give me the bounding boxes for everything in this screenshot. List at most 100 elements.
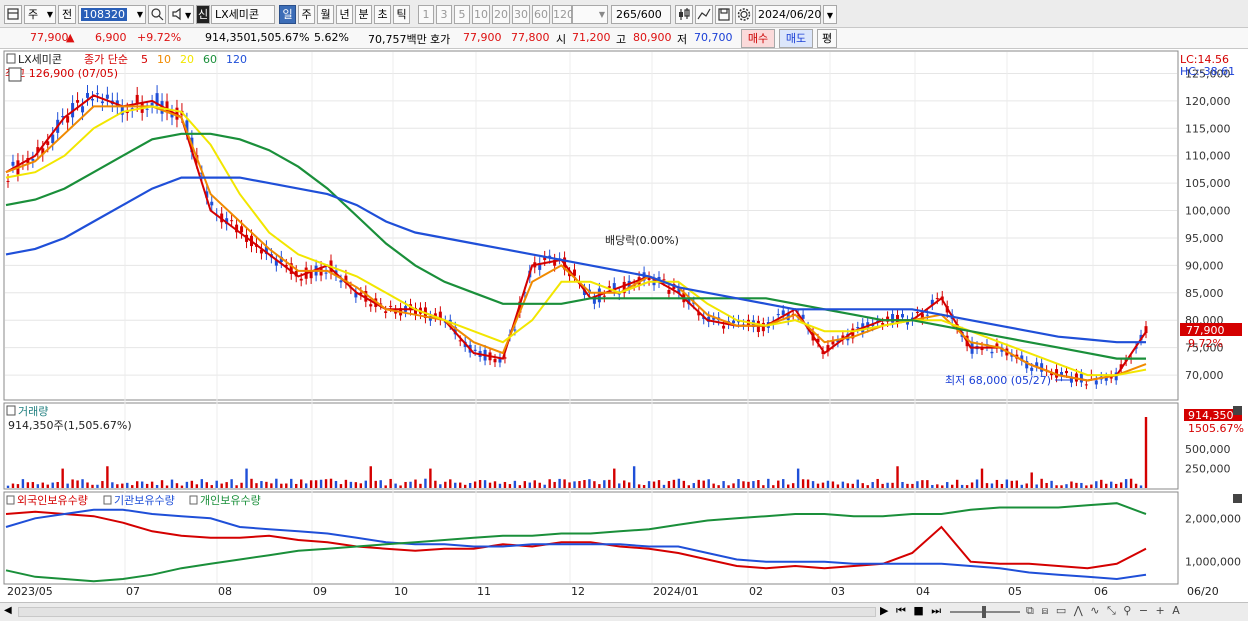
volume-bar [463, 484, 467, 488]
period-button-4[interactable]: 분 [355, 5, 372, 24]
candle-body [230, 220, 234, 222]
volume-bar [21, 479, 25, 488]
gear-icon[interactable] [735, 5, 753, 24]
interval-button-60[interactable]: 60 [532, 5, 550, 24]
draw-tool-icon[interactable] [695, 5, 713, 24]
zoom-slider-handle[interactable] [982, 606, 986, 618]
interval-button-3[interactable]: 3 [436, 5, 452, 24]
period-button-1[interactable]: 주 [298, 5, 315, 24]
calendar-dropdown[interactable]: ▼ [823, 5, 837, 24]
buy-button[interactable]: 매수 [741, 29, 775, 48]
count-max: /600 [637, 8, 662, 21]
candle-body [900, 313, 904, 318]
ask-price: 77,900 [463, 31, 502, 44]
volume-bar [369, 466, 372, 488]
volume-bar [344, 479, 348, 488]
speaker-icon[interactable]: ▼ [168, 5, 194, 24]
interval-button-20[interactable]: 20 [492, 5, 510, 24]
tool-icons[interactable]: ⧉ ⧈ ▭ ⋀ ∿ ⤡ ⚲ − + A [1026, 604, 1236, 618]
calendar-icon[interactable] [8, 67, 22, 82]
volume-bar [632, 466, 636, 488]
volume-bar [647, 481, 651, 488]
price-tick-label: 90,000 [1185, 259, 1224, 272]
volume-bar [672, 479, 676, 488]
volume-bar [51, 482, 54, 488]
code-input[interactable]: 108320 ▼ [78, 5, 146, 24]
volume-bar [702, 480, 705, 488]
volume-bar [831, 481, 835, 488]
volume-bar [31, 482, 35, 488]
market-select[interactable]: 주 ▼ [24, 5, 56, 24]
sell-button[interactable]: 매도 [779, 29, 813, 48]
volume-toggle-icon[interactable] [6, 405, 16, 416]
period-button-5[interactable]: 초 [374, 5, 391, 24]
volume-bar [876, 478, 879, 488]
volume-bar [444, 481, 447, 488]
save-icon[interactable] [715, 5, 733, 24]
volume-bar [449, 479, 452, 488]
volume-bar [717, 485, 720, 488]
price-tick-label: 120,000 [1185, 95, 1231, 108]
x-tick-label: 2024/01 [653, 585, 699, 598]
holding-legend-box[interactable] [6, 495, 15, 505]
search-icon[interactable] [148, 5, 166, 24]
interval-button-10[interactable]: 10 [472, 5, 490, 24]
holding-legend-box[interactable] [189, 495, 198, 505]
volume-bar [613, 468, 616, 488]
scroll-track[interactable] [18, 607, 876, 617]
period-button-6[interactable]: 틱 [393, 5, 410, 24]
candle-body [389, 305, 393, 307]
volume-bar [787, 484, 790, 488]
interval-button-5[interactable]: 5 [454, 5, 470, 24]
count-input[interactable]: 265/600 [611, 5, 671, 24]
candle-body [473, 349, 477, 351]
volume-bar [215, 480, 218, 488]
candle-body [339, 280, 343, 283]
volume-bar [995, 479, 999, 488]
prev-button[interactable]: 전 [58, 5, 76, 24]
panel-toggle-icon[interactable] [6, 53, 16, 64]
volume-last-label: 914,350 [1188, 409, 1234, 422]
volume-bar [56, 482, 59, 488]
date-input[interactable]: 2024/06/20 [755, 5, 821, 24]
volume-bar [155, 484, 159, 488]
volume-bar [573, 481, 576, 488]
volume-bar [210, 485, 213, 488]
candle-body [925, 314, 929, 316]
count-value: 265 [616, 8, 637, 21]
ask-label: 호가 [430, 33, 451, 46]
volume-bar [1055, 485, 1058, 488]
candle-body [1030, 367, 1034, 371]
volume-bar [285, 483, 288, 488]
holding-tick-label: 2,000,000 [1185, 512, 1241, 525]
volume-bar [931, 484, 934, 488]
candle-body [90, 98, 94, 101]
period-button-0[interactable]: 일 [279, 5, 296, 24]
holdings-close-icon[interactable] [1233, 494, 1242, 503]
candle-icon[interactable] [675, 5, 693, 24]
interval-button-1[interactable]: 1 [418, 5, 434, 24]
x-tick-label: 07 [126, 585, 140, 598]
candle-body [1079, 373, 1083, 383]
volume-bar [468, 482, 472, 488]
candle-body [881, 323, 885, 325]
layout-icon[interactable] [4, 5, 22, 24]
holding-legend-0: 외국인보유수량 [17, 494, 88, 507]
stock-name[interactable]: LX세미콘 [211, 5, 275, 24]
scroll-left-icon[interactable]: ◀ [4, 605, 14, 616]
interval-button-120[interactable]: 120 [552, 5, 574, 24]
period-button-2[interactable]: 월 [317, 5, 334, 24]
period-button-3[interactable]: 년 [336, 5, 353, 24]
interval-dropdown[interactable]: ▼ [572, 5, 608, 24]
interval-button-30[interactable]: 30 [512, 5, 530, 24]
playback-controls[interactable]: ▶ ⏮ ■ ⏭ [880, 604, 943, 618]
eval-button[interactable]: 평 [817, 29, 837, 48]
volume-bar [66, 483, 69, 488]
code-value: 108320 [81, 8, 127, 21]
dividend-label: 배당락(0.00%) [605, 234, 679, 247]
holding-legend-box[interactable] [103, 495, 112, 505]
volume-bar [568, 482, 571, 488]
volume-close-icon[interactable] [1233, 406, 1242, 415]
volume-bar [722, 481, 725, 488]
quote-strip: 77,900 ▲ 6,900 +9.72% 914,350 1,505.67% … [0, 28, 1248, 49]
